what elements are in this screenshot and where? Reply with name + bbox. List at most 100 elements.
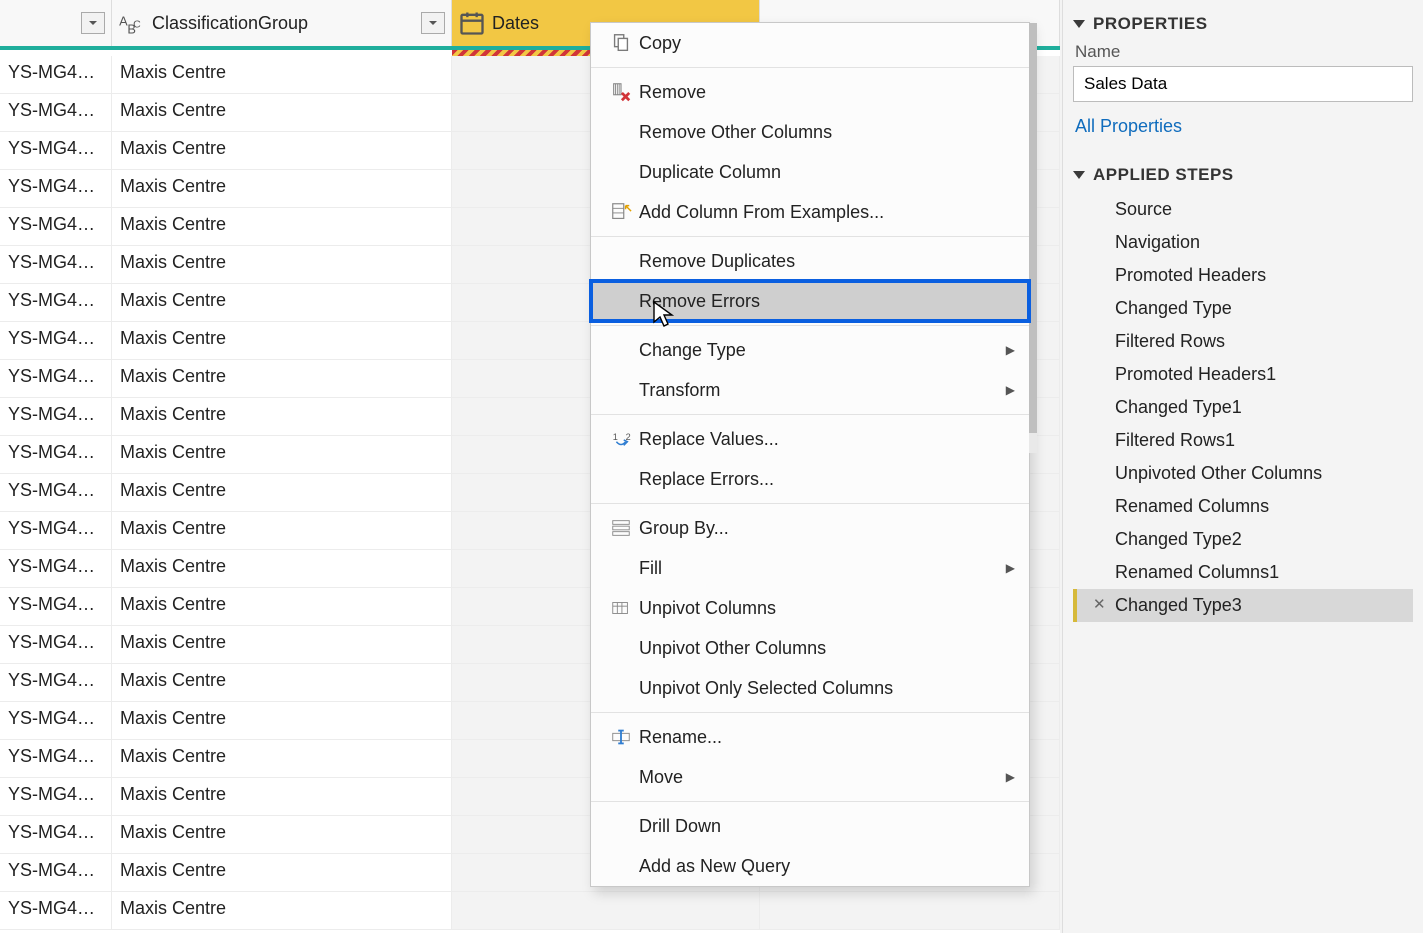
- cell-col2[interactable]: Maxis Centre: [112, 398, 452, 435]
- menu-item-change-type[interactable]: Change Type ▶: [591, 330, 1029, 370]
- chevron-down-icon[interactable]: [81, 12, 105, 34]
- cell-col1[interactable]: YS-MG472...: [0, 702, 112, 739]
- menu-item-drill-down[interactable]: Drill Down: [591, 806, 1029, 846]
- cell-col2[interactable]: Maxis Centre: [112, 816, 452, 853]
- cell-col2[interactable]: Maxis Centre: [112, 284, 452, 321]
- applied-step[interactable]: Changed Type2: [1073, 523, 1413, 556]
- cell-col2[interactable]: Maxis Centre: [112, 778, 452, 815]
- cell-col2[interactable]: Maxis Centre: [112, 550, 452, 587]
- menu-item-duplicate-column[interactable]: Duplicate Column: [591, 152, 1029, 192]
- submenu-arrow-icon: ▶: [1006, 343, 1015, 357]
- cell-col2[interactable]: Maxis Centre: [112, 94, 452, 131]
- cell-col1[interactable]: YS-MG472...: [0, 360, 112, 397]
- cell-col2[interactable]: Maxis Centre: [112, 56, 452, 93]
- cell-col1[interactable]: YS-MG472...: [0, 322, 112, 359]
- menu-item-add-column-from-examples[interactable]: Add Column From Examples...: [591, 192, 1029, 232]
- cell-col1[interactable]: YS-MG472...: [0, 170, 112, 207]
- all-properties-link[interactable]: All Properties: [1075, 116, 1182, 137]
- cell-col1[interactable]: YS-MG472...: [0, 740, 112, 777]
- cell-col1[interactable]: YS-MG472...: [0, 626, 112, 663]
- cell-col1[interactable]: YS-MG472...: [0, 208, 112, 245]
- menu-separator: [591, 414, 1029, 415]
- cell-col1[interactable]: YS-MG472...: [0, 778, 112, 815]
- cell-col2[interactable]: Maxis Centre: [112, 740, 452, 777]
- cell-col2[interactable]: Maxis Centre: [112, 360, 452, 397]
- cell-col1[interactable]: YS-MG472...: [0, 132, 112, 169]
- menu-item-unpivot-columns[interactable]: Unpivot Columns: [591, 588, 1029, 628]
- cell-col2[interactable]: Maxis Centre: [112, 170, 452, 207]
- cell-col1[interactable]: YS-MG472...: [0, 854, 112, 891]
- applied-step[interactable]: Filtered Rows1: [1073, 424, 1413, 457]
- menu-item-remove-errors[interactable]: Remove Errors: [591, 281, 1029, 321]
- cell-col1[interactable]: YS-MG472...: [0, 246, 112, 283]
- applied-step[interactable]: Source: [1073, 193, 1413, 226]
- cell-col2[interactable]: Maxis Centre: [112, 132, 452, 169]
- cell-col1[interactable]: YS-MG472...: [0, 512, 112, 549]
- cell-col1[interactable]: YS-MG472...: [0, 474, 112, 511]
- menu-label: Rename...: [639, 727, 1015, 748]
- applied-step[interactable]: Navigation: [1073, 226, 1413, 259]
- applied-step[interactable]: Filtered Rows: [1073, 325, 1413, 358]
- cell-col4[interactable]: [760, 892, 1060, 929]
- properties-section-header[interactable]: PROPERTIES: [1073, 14, 1413, 34]
- cell-col1[interactable]: YS-MG472...: [0, 56, 112, 93]
- menu-item-remove-duplicates[interactable]: Remove Duplicates: [591, 241, 1029, 281]
- chevron-down-icon[interactable]: [421, 12, 445, 34]
- cell-col2[interactable]: Maxis Centre: [112, 854, 452, 891]
- column-header-1[interactable]: [0, 0, 112, 46]
- cell-col2[interactable]: Maxis Centre: [112, 892, 452, 929]
- applied-steps-section-header[interactable]: APPLIED STEPS: [1073, 165, 1413, 185]
- menu-item-transform[interactable]: Transform ▶: [591, 370, 1029, 410]
- applied-step[interactable]: Promoted Headers1: [1073, 358, 1413, 391]
- cell-col2[interactable]: Maxis Centre: [112, 322, 452, 359]
- menu-item-remove-other-columns[interactable]: Remove Other Columns: [591, 112, 1029, 152]
- menu-item-fill[interactable]: Fill ▶: [591, 548, 1029, 588]
- menu-item-group-by[interactable]: Group By...: [591, 508, 1029, 548]
- query-name-input[interactable]: [1073, 66, 1413, 102]
- cell-col1[interactable]: YS-MG472...: [0, 284, 112, 321]
- cell-col2[interactable]: Maxis Centre: [112, 436, 452, 473]
- cell-col2[interactable]: Maxis Centre: [112, 664, 452, 701]
- applied-step[interactable]: Unpivoted Other Columns: [1073, 457, 1413, 490]
- cell-col1[interactable]: YS-MG472...: [0, 94, 112, 131]
- menu-item-unpivot-only-selected[interactable]: Unpivot Only Selected Columns: [591, 668, 1029, 708]
- menu-label: Transform: [639, 380, 1006, 401]
- cell-col2[interactable]: Maxis Centre: [112, 588, 452, 625]
- menu-separator: [591, 325, 1029, 326]
- cell-col2[interactable]: Maxis Centre: [112, 246, 452, 283]
- cell-col1[interactable]: YS-MG472...: [0, 436, 112, 473]
- menu-item-unpivot-other-columns[interactable]: Unpivot Other Columns: [591, 628, 1029, 668]
- applied-step[interactable]: Changed Type: [1073, 292, 1413, 325]
- applied-step[interactable]: Promoted Headers: [1073, 259, 1413, 292]
- menu-scrollbar-thumb[interactable]: [1029, 23, 1037, 433]
- applied-step[interactable]: Changed Type3: [1073, 589, 1413, 622]
- cell-col2[interactable]: Maxis Centre: [112, 702, 452, 739]
- cell-col2[interactable]: Maxis Centre: [112, 626, 452, 663]
- menu-item-replace-errors[interactable]: Replace Errors...: [591, 459, 1029, 499]
- cell-col2[interactable]: Maxis Centre: [112, 208, 452, 245]
- menu-item-replace-values[interactable]: 12 Replace Values...: [591, 419, 1029, 459]
- cell-col1[interactable]: YS-MG472...: [0, 664, 112, 701]
- menu-item-rename[interactable]: Rename...: [591, 717, 1029, 757]
- menu-label: Remove: [639, 82, 1015, 103]
- menu-separator: [591, 236, 1029, 237]
- cell-col3[interactable]: [452, 892, 760, 929]
- menu-item-remove[interactable]: Remove: [591, 72, 1029, 112]
- cell-col1[interactable]: YS-MG472...: [0, 892, 112, 929]
- cell-col1[interactable]: YS-MG472...: [0, 398, 112, 435]
- cell-col1[interactable]: YS-MG472...: [0, 816, 112, 853]
- cell-col1[interactable]: YS-MG472...: [0, 588, 112, 625]
- menu-item-move[interactable]: Move ▶: [591, 757, 1029, 797]
- menu-label: Unpivot Other Columns: [639, 638, 1015, 659]
- menu-item-add-as-new-query[interactable]: Add as New Query: [591, 846, 1029, 886]
- cell-col2[interactable]: Maxis Centre: [112, 474, 452, 511]
- cell-col1[interactable]: YS-MG472...: [0, 550, 112, 587]
- applied-step[interactable]: Changed Type1: [1073, 391, 1413, 424]
- cell-col2[interactable]: Maxis Centre: [112, 512, 452, 549]
- section-title: APPLIED STEPS: [1093, 165, 1234, 185]
- applied-step[interactable]: Renamed Columns1: [1073, 556, 1413, 589]
- column-header-classification-group[interactable]: ABC ClassificationGroup: [112, 0, 452, 46]
- applied-step[interactable]: Renamed Columns: [1073, 490, 1413, 523]
- menu-item-copy[interactable]: Copy: [591, 23, 1029, 63]
- table-row[interactable]: YS-MG472...Maxis Centre: [0, 892, 1060, 930]
